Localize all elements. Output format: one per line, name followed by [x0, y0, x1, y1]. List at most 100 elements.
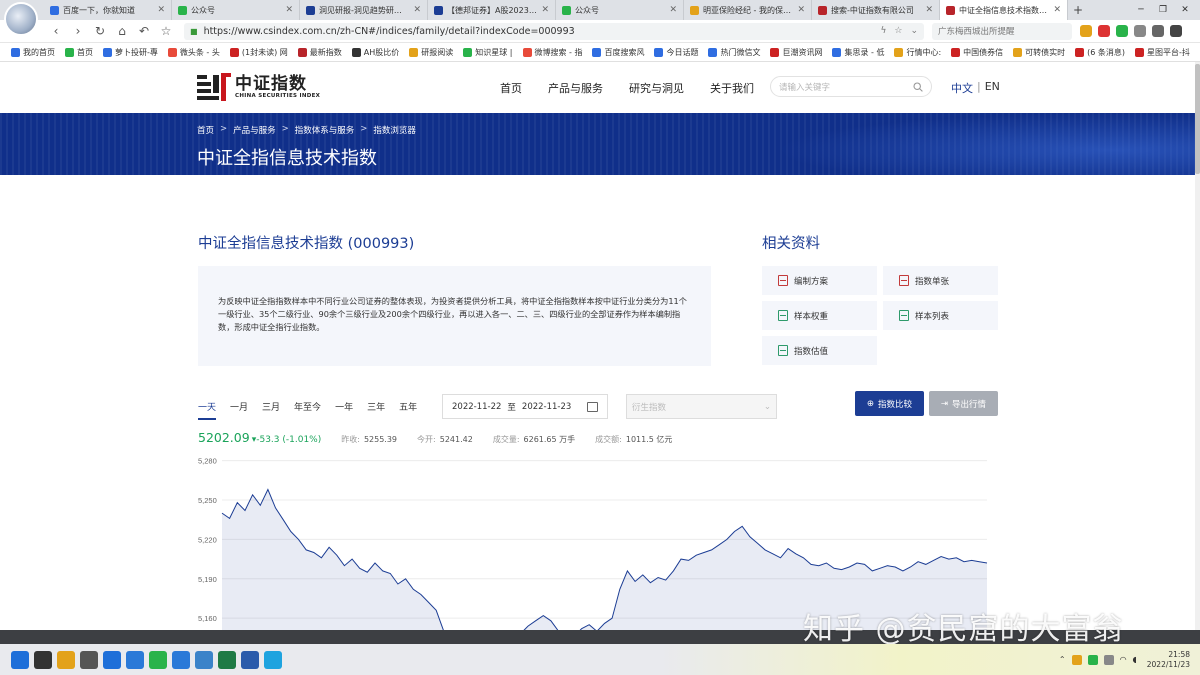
- tab-close-icon[interactable]: ✕: [1053, 5, 1061, 15]
- browser-tab[interactable]: 明亚保险经纪 - 我的保险、 ✕: [684, 0, 812, 20]
- browser-tab[interactable]: 公众号 ✕: [172, 0, 300, 20]
- bookmark-item[interactable]: 研报阅读: [404, 47, 458, 58]
- related-doc-link[interactable]: 指数估值: [762, 336, 877, 365]
- bookmark-item[interactable]: 中国债券信: [946, 47, 1008, 58]
- start-icon[interactable]: [11, 650, 29, 669]
- download-icon[interactable]: [1152, 25, 1164, 37]
- related-doc-link[interactable]: 样本列表: [883, 301, 998, 330]
- bookmark-item[interactable]: 今日话题: [649, 47, 703, 58]
- breadcrumb-item[interactable]: 产品与服务: [233, 124, 276, 136]
- calculator-icon[interactable]: [80, 650, 98, 669]
- excel-icon[interactable]: [218, 650, 236, 669]
- index-compare-button[interactable]: ⊕ 指数比较: [855, 391, 924, 416]
- tab-close-icon[interactable]: ✕: [669, 5, 677, 15]
- browser-tab[interactable]: 公众号 ✕: [556, 0, 684, 20]
- tab-close-icon[interactable]: ✕: [797, 5, 805, 15]
- volume-icon[interactable]: ◖: [1133, 655, 1137, 664]
- maximize-icon[interactable]: ❐: [1152, 0, 1174, 20]
- address-bar[interactable]: ■ https://www.csindex.com.cn/zh-CN#/indi…: [184, 22, 924, 40]
- tray-cloud-icon[interactable]: [1103, 654, 1114, 665]
- browser-icon[interactable]: [103, 650, 121, 669]
- scrollbar-thumb[interactable]: [1195, 64, 1200, 174]
- bookmark-item[interactable]: 行情中心:: [889, 47, 946, 58]
- lightning-icon[interactable]: ϟ: [880, 26, 886, 36]
- bookmark-item[interactable]: 微博搜索 - 指: [518, 47, 588, 58]
- home-icon[interactable]: ⌂: [114, 23, 130, 39]
- flying-icon[interactable]: [126, 650, 144, 669]
- tab-close-icon[interactable]: ✕: [541, 5, 549, 15]
- breadcrumb-item[interactable]: 首页: [197, 124, 214, 136]
- date-range-picker[interactable]: 2022-11-22 至 2022-11-23: [442, 394, 608, 419]
- dropdown-icon[interactable]: ⌄: [910, 26, 918, 36]
- nav-item[interactable]: 关于我们: [710, 80, 754, 96]
- ie-icon[interactable]: [264, 650, 282, 669]
- related-doc-link[interactable]: 指数单张: [883, 266, 998, 295]
- bookmark-star-icon[interactable]: ☆: [894, 26, 902, 36]
- breadcrumb-item[interactable]: 指数体系与服务: [295, 124, 355, 136]
- period-tab[interactable]: 年至今: [294, 400, 321, 420]
- bookmark-item[interactable]: 百度搜索风: [587, 47, 649, 58]
- reload-icon[interactable]: ↻: [92, 23, 108, 39]
- bookmark-item[interactable]: (1封未读) 网: [225, 47, 293, 58]
- notepad-icon[interactable]: [195, 650, 213, 669]
- taskview-icon[interactable]: [34, 650, 52, 669]
- bookmark-item[interactable]: 首页: [60, 47, 98, 58]
- period-tab[interactable]: 五年: [399, 400, 417, 420]
- browser-tab[interactable]: 搜索-中证指数有限公司 ✕: [812, 0, 940, 20]
- minimize-icon[interactable]: ─: [1130, 0, 1152, 20]
- lang-cn-link[interactable]: 中文: [951, 80, 973, 96]
- lang-en-link[interactable]: EN: [985, 80, 1000, 96]
- nav-item[interactable]: 研究与洞见: [629, 80, 684, 96]
- tray-sync-icon[interactable]: [1087, 654, 1098, 665]
- date-from[interactable]: 2022-11-22: [452, 402, 501, 412]
- bookmark-item[interactable]: 可转债实时: [1008, 47, 1070, 58]
- derived-index-select[interactable]: 衍生指数 ⌄: [626, 394, 777, 419]
- extension-grid-icon[interactable]: [1080, 25, 1092, 37]
- related-doc-link[interactable]: 编制方案: [762, 266, 877, 295]
- date-to[interactable]: 2022-11-23: [522, 402, 571, 412]
- explorer-icon[interactable]: [57, 650, 75, 669]
- star-icon[interactable]: ☆: [158, 23, 174, 39]
- back-icon[interactable]: ‹: [48, 23, 64, 39]
- browser-tab[interactable]: 洞见研报-洞见趋势研判未来 ✕: [300, 0, 428, 20]
- bookmark-item[interactable]: 热门微信文: [703, 47, 765, 58]
- bookmark-item[interactable]: 萝卜投研-專: [98, 47, 163, 58]
- period-tab[interactable]: 一年: [335, 400, 353, 420]
- breadcrumb-item[interactable]: 指数浏览器: [373, 124, 416, 136]
- bookmark-item[interactable]: 巨潮资讯网: [765, 47, 827, 58]
- tab-close-icon[interactable]: ✕: [925, 5, 933, 15]
- tab-close-icon[interactable]: ✕: [285, 5, 293, 15]
- url-text[interactable]: https://www.csindex.com.cn/zh-CN#/indice…: [204, 26, 881, 37]
- new-tab-icon[interactable]: +: [1068, 0, 1088, 20]
- system-clock[interactable]: 21:58 2022/11/23: [1147, 650, 1190, 670]
- browser-tab[interactable]: 【德邦证券】A股2023年度 ✕: [428, 0, 556, 20]
- extension-game-icon[interactable]: [1098, 25, 1110, 37]
- close-window-icon[interactable]: ✕: [1174, 0, 1196, 20]
- undo-icon[interactable]: ↶: [136, 23, 152, 39]
- extension-tools-icon[interactable]: [1134, 25, 1146, 37]
- bookmark-item[interactable]: 最新指数: [293, 47, 347, 58]
- bookmark-item[interactable]: 微头条 - 头: [163, 47, 225, 58]
- site-logo[interactable]: 中证指数 CHINA SECURITIES INDEX: [197, 73, 320, 101]
- tray-chevron-icon[interactable]: ⌃: [1059, 655, 1066, 664]
- wechat-icon[interactable]: [149, 650, 167, 669]
- word-icon[interactable]: [241, 650, 259, 669]
- period-tab[interactable]: 三月: [262, 400, 280, 420]
- bookmark-item[interactable]: AH股比价: [347, 47, 405, 58]
- bookmark-item[interactable]: 知识星球 |: [458, 47, 517, 58]
- profile-avatar[interactable]: [4, 2, 38, 36]
- browser-tab[interactable]: 百度一下，你就知道 ✕: [44, 0, 172, 20]
- calendar-icon[interactable]: [587, 401, 598, 412]
- bookmark-item[interactable]: 我的首页: [6, 47, 60, 58]
- period-tab[interactable]: 一月: [230, 400, 248, 420]
- site-search-input[interactable]: 请输入关键字: [770, 76, 932, 97]
- tab-close-icon[interactable]: ✕: [413, 5, 421, 15]
- forward-icon[interactable]: ›: [70, 23, 86, 39]
- extension-check-icon[interactable]: [1116, 25, 1128, 37]
- period-tab[interactable]: 三年: [367, 400, 385, 420]
- search-icon[interactable]: [172, 650, 190, 669]
- period-tab[interactable]: 一天: [198, 400, 217, 420]
- browser-tab[interactable]: 中证全指信息技术指数-中证 ✕: [940, 0, 1068, 20]
- bookmark-item[interactable]: 星图平台-抖: [1130, 47, 1195, 58]
- tray-app-icon[interactable]: [1071, 654, 1082, 665]
